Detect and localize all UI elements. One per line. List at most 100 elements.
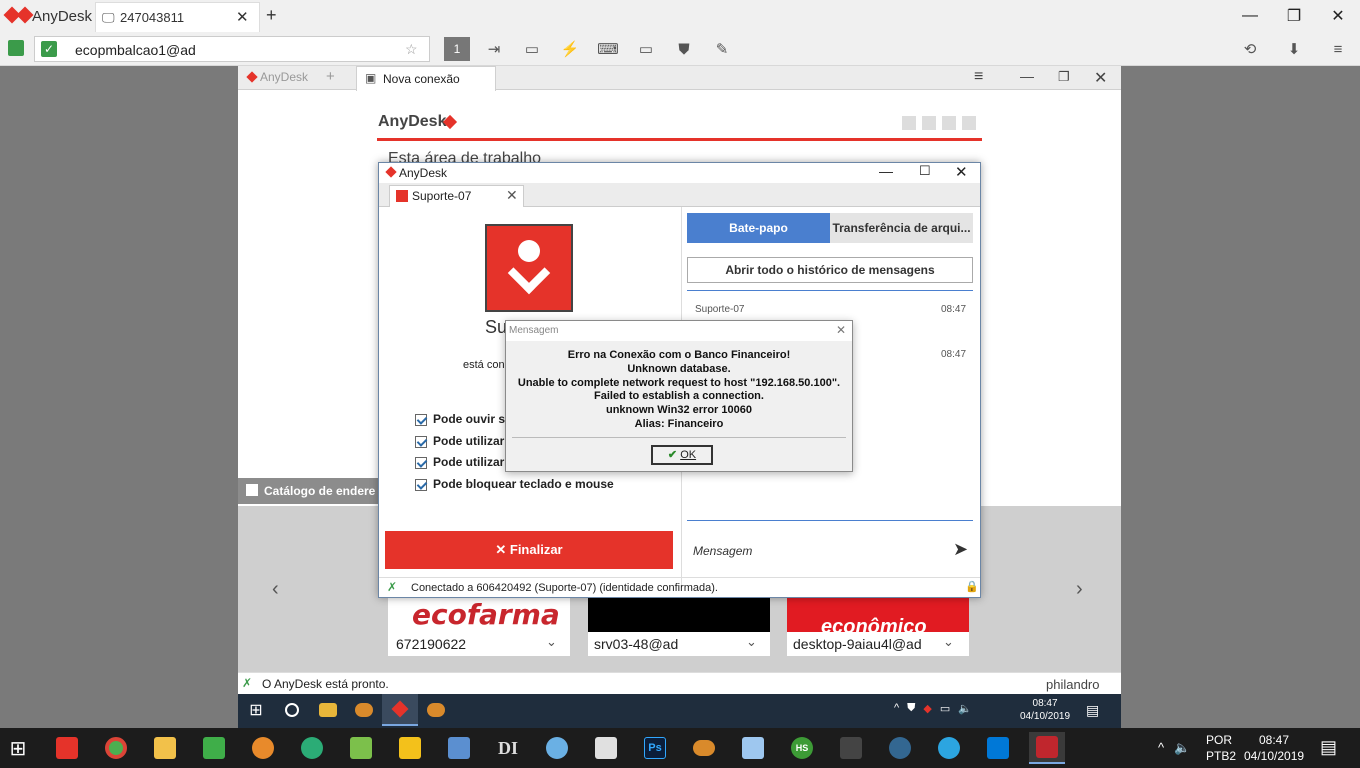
chevron-down-icon[interactable]: ⌄ [943, 634, 954, 650]
tab-anydesk[interactable]: AnyDesk [260, 70, 308, 84]
close-tab-icon[interactable]: ✕ [236, 8, 249, 26]
favorite-icon[interactable]: ☆ [405, 41, 418, 58]
tab-new-connection[interactable]: ▣ Nova conexão [356, 66, 496, 91]
app-icon[interactable] [245, 732, 281, 764]
menu-icon[interactable]: ≡ [1326, 37, 1350, 61]
action-center-icon[interactable]: ▤ [1320, 737, 1337, 758]
checkbox-icon[interactable] [415, 435, 427, 448]
tab-remote-session[interactable]: 🖵 247043811 ✕ [95, 2, 260, 32]
save-icon[interactable]: ⬇ [1282, 37, 1306, 61]
dialog-close[interactable]: ✕ [955, 163, 968, 181]
language-indicator[interactable]: POR PTB2 [1206, 732, 1236, 764]
history-button[interactable]: Abrir todo o histórico de mensagens [687, 257, 973, 283]
chrome-icon[interactable] [98, 732, 134, 764]
app-icon[interactable] [392, 732, 428, 764]
linkedin-icon[interactable] [902, 116, 916, 130]
tab-suporte[interactable]: Suporte-07 ✕ [389, 185, 524, 207]
keyboard-icon[interactable]: ⌨ [596, 37, 620, 61]
actions-icon[interactable]: ⚡ [558, 37, 582, 61]
inner-add-tab[interactable]: + [326, 68, 335, 85]
volume-icon[interactable]: 🔈 [958, 702, 972, 715]
chat-icon[interactable]: ▭ [520, 37, 544, 61]
dialog-maximize[interactable]: ☐ [919, 163, 931, 179]
add-tab-button[interactable]: + [266, 5, 277, 26]
permission-item[interactable]: Pode bloquear teclado e mouse [415, 474, 614, 496]
explorer-icon[interactable] [147, 732, 183, 764]
shield-icon[interactable]: ⛊ [907, 702, 915, 715]
app-icon[interactable] [833, 732, 869, 764]
inner-restore[interactable]: ❐ [1058, 69, 1070, 85]
app-icon[interactable] [686, 732, 722, 764]
chevron-down-icon[interactable]: ⌄ [746, 634, 757, 650]
anydesk-tray-icon[interactable]: ◆ [923, 702, 931, 715]
telegram-icon[interactable] [931, 732, 967, 764]
paint-icon[interactable] [539, 732, 575, 764]
switch-sides-icon[interactable]: ⇥ [482, 37, 506, 61]
card-id[interactable]: 672190622 [396, 636, 466, 652]
volume-icon[interactable]: 🔈 [1174, 740, 1190, 756]
tab-file-transfer[interactable]: Transferência de arqui... [830, 213, 973, 243]
inner-close[interactable]: ✕ [1094, 68, 1107, 88]
chevron-up-icon[interactable]: ^ [1158, 740, 1164, 756]
send-icon[interactable]: ➤ [953, 539, 968, 560]
app-icon[interactable] [441, 732, 477, 764]
monitor-select-button[interactable]: 1 [444, 37, 470, 61]
hs-icon[interactable]: HS [784, 732, 820, 764]
address-input[interactable]: ecopmbalcao1@ad [75, 42, 196, 58]
close-tab-icon[interactable]: ✕ [506, 187, 518, 204]
anydesk-taskbar-icon[interactable] [49, 732, 85, 764]
card-black[interactable] [588, 598, 770, 632]
active-app-icon[interactable] [1029, 732, 1065, 764]
remote-clock[interactable]: 08:47 04/10/2019 [1020, 697, 1070, 723]
slack-icon[interactable] [294, 732, 330, 764]
finish-button[interactable]: ✕ Finalizar [385, 531, 673, 569]
checkbox-icon[interactable] [415, 478, 427, 491]
history-icon[interactable]: ⟲ [1238, 37, 1262, 61]
card-id[interactable]: desktop-9aiau4l@ad [793, 636, 922, 652]
app-icon[interactable] [588, 732, 624, 764]
start-icon[interactable]: ⊞ [0, 732, 36, 764]
di-icon[interactable]: DI [490, 732, 526, 764]
explorer-icon[interactable] [310, 694, 346, 726]
next-arrow-icon[interactable]: › [1076, 578, 1083, 601]
photoshop-icon[interactable]: Ps [637, 732, 673, 764]
app-icon[interactable] [346, 694, 382, 726]
app-icon[interactable] [418, 694, 454, 726]
checkbox-icon[interactable] [415, 457, 427, 470]
catalog-bar[interactable]: Catálogo de endere [238, 478, 388, 504]
inner-minimize[interactable]: — [1020, 68, 1034, 84]
notepad-icon[interactable] [343, 732, 379, 764]
card-economico[interactable]: econômico [787, 598, 969, 632]
notification-icon[interactable]: ▤ [1086, 702, 1099, 719]
ok-button[interactable]: ✔ OK [651, 445, 713, 465]
connection-icon[interactable] [8, 40, 24, 56]
app-icon[interactable] [735, 732, 771, 764]
twitter-icon[interactable] [922, 116, 936, 130]
start-icon[interactable]: ⊞ [238, 694, 274, 726]
checkbox-icon[interactable] [415, 413, 427, 426]
anydesk-taskbar-icon[interactable] [382, 694, 418, 726]
chevron-up-icon[interactable]: ^ [894, 702, 899, 715]
postgres-icon[interactable] [882, 732, 918, 764]
facebook-icon[interactable] [962, 116, 976, 130]
network-icon[interactable]: ▭ [940, 702, 950, 715]
restore-button[interactable]: ❐ [1272, 0, 1316, 32]
permissions-icon[interactable]: ⛊ [672, 37, 696, 61]
msgbox-close-icon[interactable]: ✕ [836, 323, 846, 337]
googleplus-icon[interactable] [942, 116, 956, 130]
display-icon[interactable]: ▭ [634, 37, 658, 61]
card-id[interactable]: srv03-48@ad [594, 636, 678, 652]
camtasia-icon[interactable] [196, 732, 232, 764]
tab-chat[interactable]: Bate-papo [687, 213, 830, 243]
minimize-button[interactable]: — [1228, 0, 1272, 32]
close-button[interactable]: ✕ [1316, 0, 1360, 32]
draw-icon[interactable]: ✎ [710, 37, 734, 61]
inner-menu-icon[interactable]: ≡ [974, 68, 983, 86]
address-bar[interactable]: ✓ ecopmbalcao1@ad ☆ [34, 36, 430, 62]
message-input[interactable]: Mensagem [693, 544, 752, 558]
search-icon[interactable] [274, 694, 310, 726]
local-clock[interactable]: 08:47 04/10/2019 [1244, 732, 1304, 764]
dialog-minimize[interactable]: — [879, 163, 893, 179]
vscode-icon[interactable] [980, 732, 1016, 764]
prev-arrow-icon[interactable]: ‹ [272, 578, 279, 601]
